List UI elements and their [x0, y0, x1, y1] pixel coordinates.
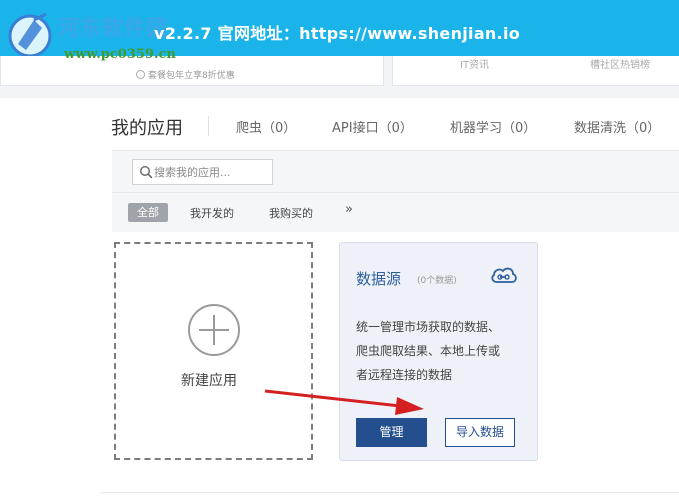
filter-all-button[interactable]: 全部 [128, 203, 168, 222]
watermark-title: 河东软件园 [58, 16, 168, 40]
clock-icon [136, 70, 145, 79]
tab-crawler[interactable]: 爬虫（0） [236, 117, 296, 136]
tab-cleaning[interactable]: 数据清洗（0） [574, 117, 660, 136]
tab-api[interactable]: API接口（0） [332, 117, 413, 136]
promo-text: 套餐包年立享8折优惠 [148, 71, 235, 81]
bottom-divider [100, 492, 679, 493]
import-data-button[interactable]: 导入数据 [445, 418, 515, 447]
data-source-title: 数据源 [356, 270, 402, 288]
page-title: 我的应用 [111, 118, 183, 139]
search-icon [139, 165, 153, 179]
search-placeholder: 搜索我的应用... [154, 166, 231, 179]
new-app-label: 新建应用 [181, 373, 237, 389]
watermark-url: www.pc0359.cn [64, 47, 176, 62]
banner-version-url: v2.2.7 官网地址：https://www.shenjian.io [154, 24, 521, 43]
data-source-desc-line-3: 者远程连接的数据 [356, 368, 453, 382]
data-source-count: (0个数据) [417, 276, 457, 286]
tab-ml[interactable]: 机器学习（0） [450, 117, 536, 136]
card-label-hot[interactable]: 槽社区热销榜 [590, 56, 650, 71]
data-source-desc-line-2: 爬虫爬取结果、本地上传或 [356, 344, 501, 358]
filter-divider [112, 192, 679, 193]
filter-purchased[interactable]: 我购买的 [269, 205, 313, 221]
card-label-it[interactable]: IT资讯 [460, 56, 489, 71]
data-source-desc-line-1: 统一管理市场获取的数据、 [356, 320, 501, 334]
manage-button[interactable]: 管理 [356, 418, 427, 447]
title-divider [208, 116, 209, 136]
plus-icon-v [213, 315, 215, 345]
link-icon [491, 267, 517, 283]
filter-more-icon[interactable]: » [345, 202, 353, 217]
filter-developed[interactable]: 我开发的 [190, 205, 234, 221]
